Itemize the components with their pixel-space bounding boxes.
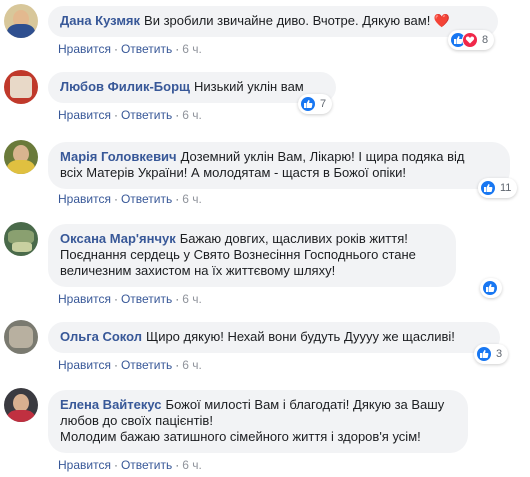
comment-actions: Нравится · Ответить · 6 ч. xyxy=(58,108,202,122)
reply-link[interactable]: Ответить xyxy=(121,458,172,472)
like-link[interactable]: Нравится xyxy=(58,108,111,122)
comment-bubble: Оксана Мар'янчук Бажаю довгих, щасливих р… xyxy=(48,224,456,287)
like-link[interactable]: Нравится xyxy=(58,292,111,306)
comment-bubble: Ольга Сокол Щиро дякую! Нехай вони будуть… xyxy=(48,322,500,353)
reaction-summary[interactable] xyxy=(480,278,502,298)
comment-bubble: Елена Вайтекус Божої милості Вам і благод… xyxy=(48,390,468,453)
avatar[interactable] xyxy=(4,4,38,38)
love-icon xyxy=(462,32,478,48)
avatar[interactable] xyxy=(4,222,38,256)
like-link[interactable]: Нравится xyxy=(58,358,111,372)
comment-bubble: Марія Головкевич Доземний уклін Вам, Ліка… xyxy=(48,142,510,189)
comment-time[interactable]: 6 ч. xyxy=(182,292,202,306)
reaction-count: 7 xyxy=(320,98,327,110)
comment-actions: Нравится · Ответить · 6 ч. xyxy=(58,292,202,306)
comment-actions: Нравится · Ответить · 6 ч. xyxy=(58,358,202,372)
comment-actions: Нравится · Ответить · 6 ч. xyxy=(58,458,202,472)
comment-text: любов до своїх пацієнтів! xyxy=(60,413,213,428)
like-icon xyxy=(300,96,316,112)
reaction-count: 3 xyxy=(496,348,503,360)
comment-text: Бажаю довгих, щасливих років життя! xyxy=(179,231,408,246)
comment-text: Щиро дякую! Нехай вони будуть Дуууу же щ… xyxy=(146,329,455,344)
reaction-summary[interactable]: 8 xyxy=(448,30,495,50)
comment-time[interactable]: 6 ч. xyxy=(182,108,202,122)
avatar[interactable] xyxy=(4,140,38,174)
comment-text: Ви зробили звичайне диво. Вчотре. Дякую … xyxy=(144,13,451,28)
reaction-count: 8 xyxy=(482,34,489,46)
comment-author[interactable]: Марія Головкевич xyxy=(60,149,177,164)
comment-author[interactable]: Елена Вайтекус xyxy=(60,397,162,412)
reply-link[interactable]: Ответить xyxy=(121,108,172,122)
avatar[interactable] xyxy=(4,320,38,354)
comment-time[interactable]: 6 ч. xyxy=(182,192,202,206)
comment-time[interactable]: 6 ч. xyxy=(182,42,202,56)
comment-actions: Нравится · Ответить · 6 ч. xyxy=(58,42,202,56)
reply-link[interactable]: Ответить xyxy=(121,358,172,372)
comment-text: Молодим бажаю затишного сімейного життя … xyxy=(60,429,421,444)
like-icon xyxy=(480,180,496,196)
comment-author[interactable]: Оксана Мар'янчук xyxy=(60,231,176,246)
comment-time[interactable]: 6 ч. xyxy=(182,458,202,472)
like-icon xyxy=(482,280,498,296)
like-link[interactable]: Нравится xyxy=(58,42,111,56)
like-icon xyxy=(476,346,492,362)
reply-link[interactable]: Ответить xyxy=(121,42,172,56)
comment-text: Божої милості Вам і благодаті! Дякую за … xyxy=(165,397,445,412)
comment-text: Доземний уклін Вам, Лікарю! І щира подяк… xyxy=(180,149,465,164)
reaction-count: 11 xyxy=(500,182,512,194)
comment-text: величезним захистом на їх життєвому шлях… xyxy=(60,263,336,278)
comment-author[interactable]: Любов Филик-Борщ xyxy=(60,79,190,94)
comment-text: Низький уклін вам xyxy=(194,79,304,94)
avatar[interactable] xyxy=(4,70,38,104)
reaction-summary[interactable]: 11 xyxy=(478,178,518,198)
comment-author[interactable]: Ольга Сокол xyxy=(60,329,142,344)
reply-link[interactable]: Ответить xyxy=(121,192,172,206)
reaction-summary[interactable]: 3 xyxy=(474,344,509,364)
comment-time[interactable]: 6 ч. xyxy=(182,358,202,372)
comment-bubble: Дана Кузмяк Ви зробили звичайне диво. Вчо… xyxy=(48,6,498,37)
reply-link[interactable]: Ответить xyxy=(121,292,172,306)
comment-text: всіх Матерів України! А молодятам - щаст… xyxy=(60,165,406,180)
like-link[interactable]: Нравится xyxy=(58,458,111,472)
like-link[interactable]: Нравится xyxy=(58,192,111,206)
comment-bubble: Любов Филик-Борщ Низький уклін вам xyxy=(48,72,336,103)
comment-author[interactable]: Дана Кузмяк xyxy=(60,13,140,28)
avatar[interactable] xyxy=(4,388,38,422)
reaction-summary[interactable]: 7 xyxy=(298,94,333,114)
comment-actions: Нравится · Ответить · 6 ч. xyxy=(58,192,202,206)
comment-text: Поєднання сердець у Свято Вознесіння Гос… xyxy=(60,247,416,262)
